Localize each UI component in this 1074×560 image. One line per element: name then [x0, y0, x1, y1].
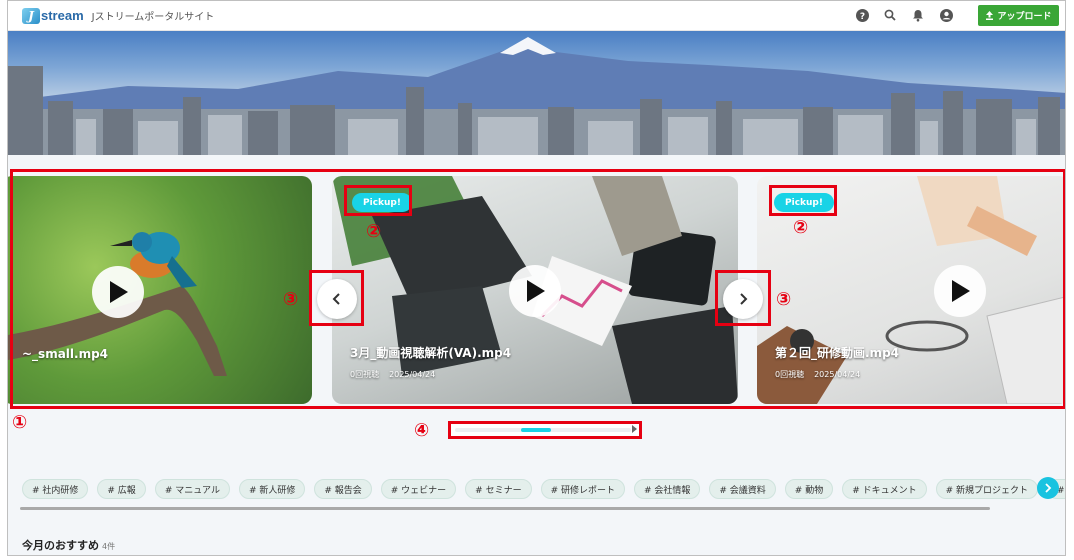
tag-chip[interactable]: # セミナー	[465, 479, 532, 499]
marker-3b: ③	[776, 289, 792, 310]
portal-page: J stream Jストリームポータルサイト ? アップロード ~_small.…	[7, 0, 1066, 556]
marker-2a: ②	[366, 221, 382, 242]
header-bar: J stream Jストリームポータルサイト ? アップロード	[8, 1, 1065, 31]
section-title: 今月のおすすめ 4件	[22, 537, 115, 553]
svg-text:?: ?	[859, 12, 864, 22]
tag-list: # 社内研修 # 広報 # マニュアル # 新人研修 # 報告会 # ウェビナー…	[22, 479, 1065, 499]
tag-chip[interactable]: # 新人研修	[238, 479, 306, 499]
prev-highlight	[309, 270, 364, 326]
upload-icon	[986, 11, 994, 20]
carousel-highlight	[10, 169, 1065, 409]
section-count: 4件	[102, 542, 116, 551]
logo-text: stream	[41, 8, 84, 23]
marker-3a: ③	[283, 289, 299, 310]
tags-scrollbar[interactable]	[20, 507, 990, 510]
tag-chip[interactable]: # 報告会	[314, 479, 372, 499]
tag-chip[interactable]: # ウェビナー	[380, 479, 457, 499]
marker-4: ④	[414, 420, 430, 441]
carousel-scrollbar[interactable]	[448, 421, 642, 439]
bell-icon[interactable]	[911, 8, 925, 22]
scroll-thumb[interactable]	[521, 428, 551, 432]
upload-label: アップロード	[997, 12, 1052, 22]
header-icons: ?	[855, 8, 953, 22]
next-highlight	[715, 270, 771, 326]
logo-mark: J	[22, 7, 40, 24]
pickup-highlight-2	[769, 185, 837, 216]
tags-next-button[interactable]	[1037, 477, 1059, 499]
search-icon[interactable]	[883, 8, 897, 22]
section-title-text: 今月のおすすめ	[22, 539, 99, 552]
tag-chip[interactable]: # 新規プロジェクト	[935, 479, 1039, 499]
account-icon[interactable]	[939, 8, 953, 22]
tag-chip[interactable]: # マニュアル	[154, 479, 230, 499]
marker-2b: ②	[793, 217, 809, 238]
logo[interactable]: J stream	[22, 7, 84, 24]
help-icon[interactable]: ?	[855, 8, 869, 22]
pickup-highlight-1	[344, 185, 412, 216]
tag-chip[interactable]: # 研修レポート	[540, 479, 625, 499]
chevron-right-icon	[1045, 483, 1052, 493]
tag-chip[interactable]: # 会議資料	[709, 479, 776, 499]
tag-chip[interactable]: # 会社情報	[633, 479, 701, 499]
scroll-track	[455, 428, 631, 432]
upload-button[interactable]: アップロード	[978, 5, 1059, 26]
tag-chip[interactable]: # 社内研修	[22, 479, 89, 499]
marker-1: ①	[12, 412, 28, 433]
tag-chip[interactable]: # 広報	[97, 479, 146, 499]
scroll-right-arrow-icon[interactable]	[632, 425, 637, 433]
tag-chip[interactable]: # 動物	[784, 479, 834, 499]
hero-banner	[8, 31, 1065, 155]
tag-chip[interactable]: # ドキュメント	[842, 479, 927, 499]
site-name: Jストリームポータルサイト	[91, 12, 215, 23]
